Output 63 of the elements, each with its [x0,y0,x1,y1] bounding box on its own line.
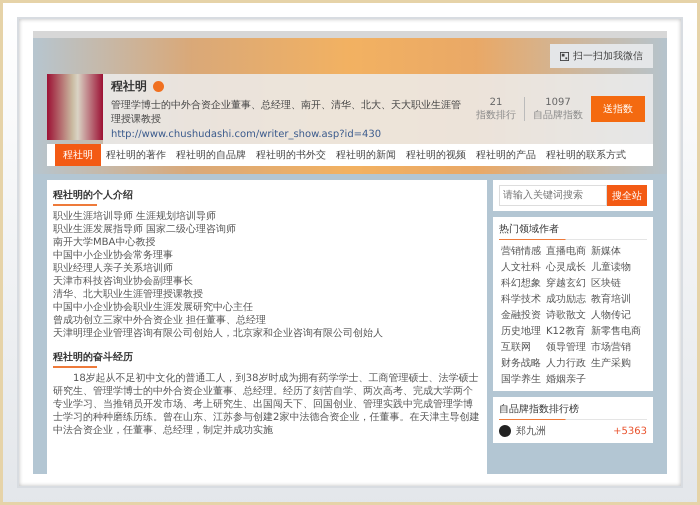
category-link[interactable]: 儿童读物 [591,260,641,274]
category-link[interactable]: 历史地理 [501,324,541,338]
category-link[interactable]: 穿越玄幻 [546,276,586,290]
category-link[interactable]: 国学养生 [501,372,541,386]
category-link[interactable]: 财务战略 [501,356,541,370]
profile-link[interactable]: http://www.chushudashi.com/writer_show.asp?id=430 [111,129,468,140]
intro-line: 中国中小企业协会常务理事 [53,249,174,262]
nav-tab[interactable]: 程社明的书外交 [251,144,331,166]
nav-tab[interactable]: 程社明的产品 [471,144,541,166]
category-link[interactable]: 新媒体 [591,244,641,258]
avatar-icon [499,425,511,437]
nav-tab[interactable]: 程社明的新闻 [331,144,401,166]
category-link[interactable]: 新零售电商 [591,324,641,338]
author-name[interactable]: 郑九洲 [516,424,608,438]
category-link[interactable]: 人物传记 [591,308,641,322]
category-link[interactable]: 金融投资 [501,308,541,322]
category-link[interactable]: 科学技术 [501,292,541,306]
level-badge-icon [153,81,164,92]
nav-tab[interactable]: 程社明的著作 [101,144,171,166]
score: +5363 [613,426,647,436]
category-link[interactable]: 生产采购 [591,356,641,370]
history-paragraph: 18岁起从不足初中文化的普通工人，到38岁时成为拥有药学学士、工商管理硕士、法学硕士研究生、管理学博士的中外合资企业董事、总经理。经历了刻苦自学、两次高考、完成大学两个专业学习、当推销员开发市场、考上研究生、出国闯天下、回国创业、管理实践中完成管理学博士学习的种种磨练历练。曾在山东、江苏参与创建2家中法德合资企业，任董事。在天津主导创建中法合资企业，任董事、总经理，制定并成功实施 [53,372,480,437]
author-bio: 管理学博士的中外合资企业董事、总经理、南开、清华、北大、天大职业生涯管理授课教授 [111,98,462,126]
category-link[interactable]: 心灵成长 [546,260,586,274]
photo-placeholder [47,74,103,140]
panel-title: 热门领域作者 [499,222,560,236]
qr-code-icon [560,52,569,60]
stat-label: 自品牌指数 [533,108,583,122]
category-link[interactable]: 人文社科 [501,260,541,274]
intro-line: 天津明理企业管理咨询有限公司创始人，北京家和企业咨询有限公司创始人 [53,327,384,340]
intro-line: 职业经理人亲子关系培训师 [53,262,174,275]
stat-label: 指数排行 [476,108,516,122]
category-link[interactable]: 互联网 [501,340,541,354]
category-link[interactable]: 市场营销 [591,340,641,354]
nav-tab[interactable]: 程社明的自品牌 [171,144,251,166]
category-link[interactable]: 直播电商 [546,244,586,258]
nav-tab[interactable]: 程社明的视频 [401,144,471,166]
intro-line: 曾成功创立三家中外合资企业 担任董事、总经理 [53,314,268,327]
category-link[interactable]: 教育培训 [591,292,641,306]
intro-line: 天津市科技咨询业协会副理事长 [53,275,194,288]
category-link[interactable]: 婚姻亲子 [546,372,586,386]
category-link[interactable]: 领导管理 [546,340,586,354]
stat-value: 1097 [545,96,571,108]
category-link[interactable]: K12教育 [546,324,586,338]
intro-line: 职业生涯培训导师 生涯规划培训导师 [53,210,218,223]
category-link[interactable]: 区块链 [591,276,641,290]
intro-line: 职业生涯发展指导师 国家二级心理咨询师 [53,223,238,236]
category-link[interactable]: 科幻想象 [501,276,541,290]
section-title: 程社明的个人介绍 [53,188,134,202]
intro-line: 南开大学MBA中心教授 [53,236,156,249]
nav-tab[interactable]: 程社明的联系方式 [541,144,631,166]
search-field[interactable]: 请输入关键词搜索 [499,185,607,206]
intro-line: 中国中小企业协会职业生涯发展研究中心主任 [53,301,254,314]
category-link[interactable]: 成功励志 [546,292,586,306]
intro-line: 清华、北大职业生涯管理授课教授 [53,288,204,301]
category-link[interactable]: 营销情感 [501,244,541,258]
category-link[interactable]: 诗歌散文 [546,308,586,322]
qr-code-button[interactable]: 扫一扫加我微信 [550,44,653,68]
stat-value: 21 [490,96,502,108]
author-name: 程社明 [111,78,147,95]
panel-title: 自品牌指数排行榜 [499,402,580,416]
category-link[interactable]: 人力行政 [546,356,586,370]
section-title: 程社明的奋斗经历 [53,350,134,364]
